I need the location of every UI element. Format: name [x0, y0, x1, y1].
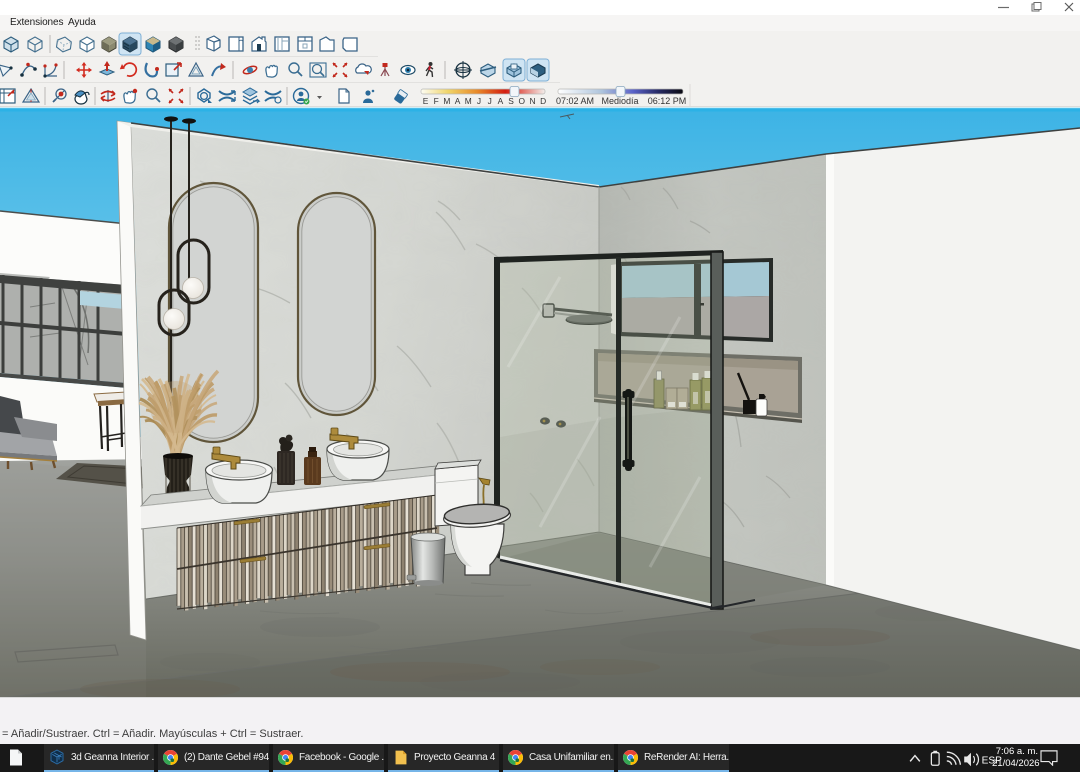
svg-text:07:02 AM: 07:02 AM [556, 96, 594, 106]
svg-text:A: A [455, 96, 461, 106]
svg-text:N: N [529, 96, 535, 106]
svg-text:S: S [508, 96, 514, 106]
svg-text:A: A [498, 96, 504, 106]
svg-text:E: E [423, 96, 429, 106]
svg-text:O: O [519, 96, 526, 106]
svg-text:J: J [477, 96, 481, 106]
svg-text:06:12 PM: 06:12 PM [648, 96, 687, 106]
svg-text:D: D [540, 96, 546, 106]
svg-text:M: M [465, 96, 472, 106]
svg-text:F: F [434, 96, 439, 106]
svg-text:J: J [488, 96, 492, 106]
svg-text:M: M [443, 96, 450, 106]
svg-text:Mediodía: Mediodía [601, 96, 638, 106]
